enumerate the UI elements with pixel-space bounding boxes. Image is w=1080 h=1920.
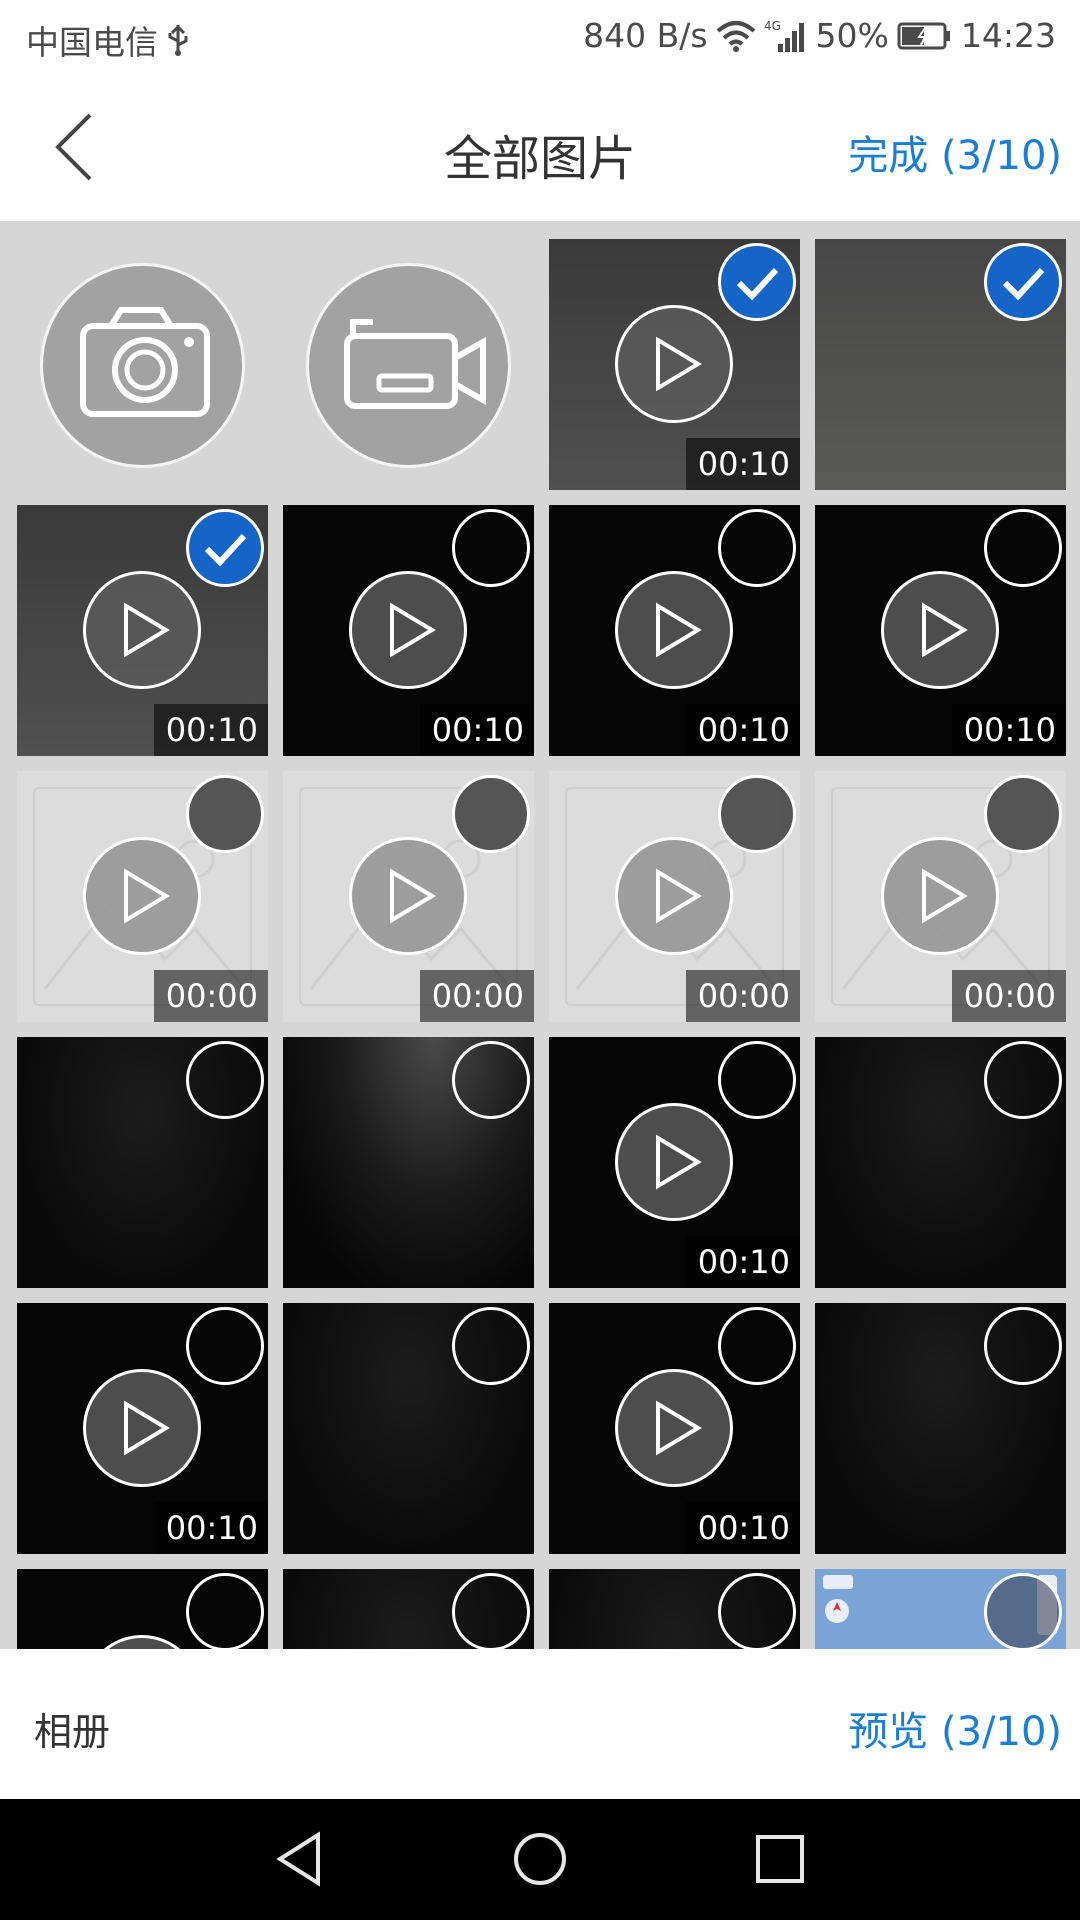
play-icon <box>83 837 201 955</box>
media-tile[interactable]: 00:00 <box>17 771 268 1022</box>
home-circle-icon <box>514 1833 566 1885</box>
take-photo-button[interactable] <box>40 263 245 468</box>
media-tile[interactable]: 00:10 <box>549 239 800 490</box>
select-checkbox[interactable] <box>186 775 264 853</box>
system-nav-bar <box>0 1799 1080 1920</box>
network-speed: 840 B/s <box>583 16 708 55</box>
select-checkbox[interactable] <box>718 1041 796 1119</box>
select-checkbox[interactable] <box>984 1307 1062 1385</box>
play-icon <box>615 571 733 689</box>
video-duration: 00:10 <box>153 1502 268 1554</box>
play-icon <box>881 571 999 689</box>
media-tile[interactable] <box>815 239 1066 490</box>
play-icon <box>615 1103 733 1221</box>
select-checkbox[interactable] <box>718 509 796 587</box>
media-tile[interactable]: 00:10 <box>17 1303 268 1554</box>
select-checkbox[interactable] <box>452 1307 530 1385</box>
select-checkbox[interactable] <box>718 1307 796 1385</box>
video-duration: 00:10 <box>685 1502 800 1554</box>
select-checkbox[interactable] <box>718 775 796 853</box>
record-video-button[interactable] <box>306 263 511 468</box>
play-icon <box>83 1369 201 1487</box>
select-checkbox[interactable] <box>984 775 1062 853</box>
video-duration: 00:00 <box>685 970 800 1022</box>
battery-icon <box>897 21 953 51</box>
select-checkbox[interactable] <box>452 509 530 587</box>
media-tile[interactable]: 00:00 <box>549 771 800 1022</box>
header: 全部图片 完成 (3/10) <box>0 75 1080 221</box>
battery-percent: 50% <box>815 16 889 55</box>
media-tile[interactable] <box>17 1037 268 1288</box>
play-icon <box>349 837 467 955</box>
album-button[interactable]: 相册 <box>34 1701 110 1756</box>
video-camera-icon <box>344 319 486 409</box>
media-tile[interactable] <box>283 1303 534 1554</box>
network-type: 4G <box>764 19 781 33</box>
recents-square-icon <box>756 1835 804 1883</box>
usb-icon <box>166 23 190 57</box>
media-tile[interactable]: 00:10 <box>549 1037 800 1288</box>
media-tile[interactable] <box>815 1569 1066 1649</box>
status-bar: 中国电信 840 B/s 4G 50% 14:23 <box>0 0 1080 75</box>
nav-home-button[interactable] <box>510 1829 570 1889</box>
play-icon <box>349 571 467 689</box>
play-icon <box>615 305 733 423</box>
select-checkbox[interactable] <box>452 775 530 853</box>
select-checkbox[interactable] <box>186 1573 264 1649</box>
status-left: 中国电信 <box>26 16 190 64</box>
video-duration: 00:10 <box>419 704 534 756</box>
play-icon <box>83 571 201 689</box>
back-triangle-icon <box>276 1831 320 1887</box>
video-duration: 00:10 <box>685 438 800 490</box>
carrier-label: 中国电信 <box>26 23 158 62</box>
media-tile[interactable] <box>283 1037 534 1288</box>
status-right: 840 B/s 4G 50% 14:23 <box>583 16 1056 55</box>
play-icon <box>615 837 733 955</box>
play-icon <box>83 1635 201 1649</box>
nav-back-button[interactable] <box>270 1829 330 1889</box>
media-tile[interactable] <box>549 1569 800 1649</box>
video-duration: 00:10 <box>951 704 1066 756</box>
media-tile[interactable]: 00:10 <box>549 1303 800 1554</box>
select-checkbox[interactable] <box>984 509 1062 587</box>
wifi-icon <box>716 19 756 53</box>
video-duration: 00:10 <box>685 1236 800 1288</box>
media-tile[interactable]: 00:00 <box>283 771 534 1022</box>
select-checkbox[interactable] <box>186 1307 264 1385</box>
media-tile[interactable] <box>17 1569 268 1649</box>
media-tile[interactable] <box>815 1303 1066 1554</box>
media-tile[interactable]: 00:00 <box>815 771 1066 1022</box>
select-checkbox[interactable] <box>718 1573 796 1649</box>
media-tile[interactable] <box>283 1569 534 1649</box>
select-checkbox[interactable] <box>452 1041 530 1119</box>
play-icon <box>615 1369 733 1487</box>
preview-button[interactable]: 预览 (3/10) <box>848 1699 1062 1757</box>
camera-icon <box>80 307 210 417</box>
select-checkbox[interactable] <box>452 1573 530 1649</box>
bottom-toolbar: 相册 预览 (3/10) <box>0 1649 1080 1799</box>
select-checkbox[interactable] <box>186 1041 264 1119</box>
signal-icon: 4G <box>764 18 808 54</box>
select-checkbox[interactable] <box>984 1573 1062 1649</box>
media-tile[interactable]: 00:10 <box>283 505 534 756</box>
play-icon <box>881 837 999 955</box>
video-duration: 00:10 <box>153 704 268 756</box>
video-duration: 00:10 <box>685 704 800 756</box>
select-checkbox[interactable] <box>718 243 796 321</box>
media-tile[interactable] <box>815 1037 1066 1288</box>
media-tile[interactable]: 00:10 <box>549 505 800 756</box>
media-tile[interactable]: 00:10 <box>815 505 1066 756</box>
clock: 14:23 <box>960 16 1056 55</box>
select-checkbox[interactable] <box>186 509 264 587</box>
video-duration: 00:00 <box>153 970 268 1022</box>
video-duration: 00:00 <box>951 970 1066 1022</box>
done-button[interactable]: 完成 (3/10) <box>848 123 1062 181</box>
media-tile[interactable]: 00:10 <box>17 505 268 756</box>
nav-recents-button[interactable] <box>750 1829 810 1889</box>
media-grid: 00:10 00:10 00:10 00:10 00:10 00:00 00:0… <box>0 221 1080 1649</box>
video-duration: 00:00 <box>419 970 534 1022</box>
select-checkbox[interactable] <box>984 1041 1062 1119</box>
select-checkbox[interactable] <box>984 243 1062 321</box>
